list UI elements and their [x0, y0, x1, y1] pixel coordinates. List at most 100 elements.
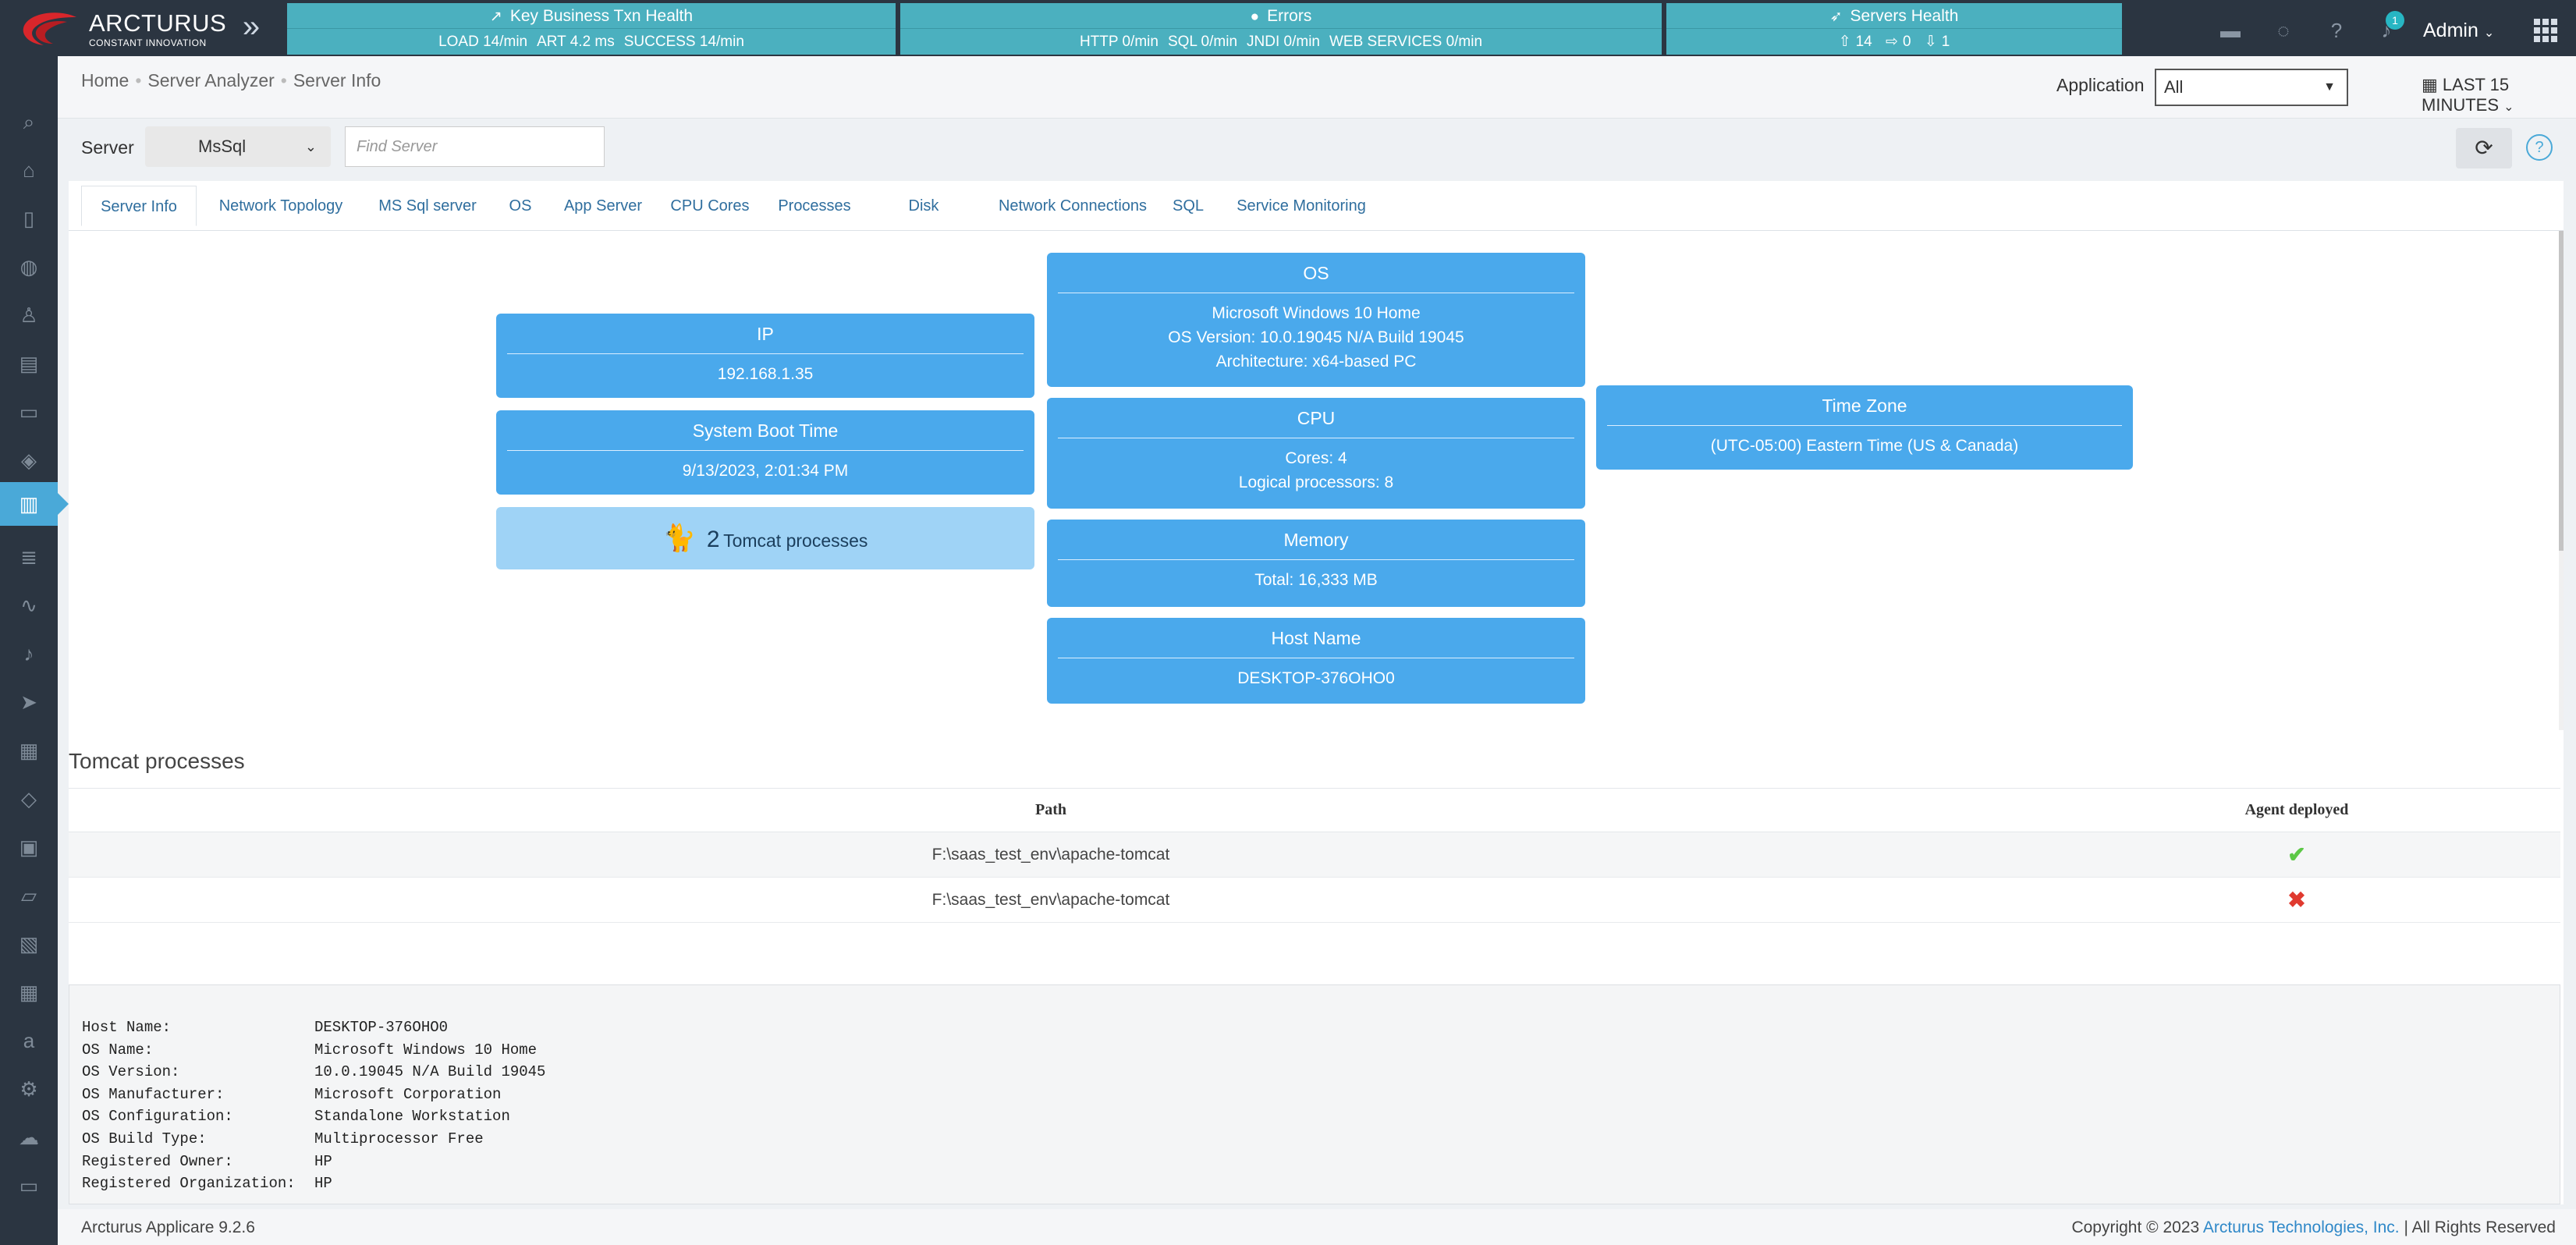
sidebar-folder-open-icon[interactable]: ▱ [0, 874, 58, 917]
time-range-picker[interactable]: ▦ LAST 15 MINUTES ⌄ [2422, 75, 2576, 115]
sidebar-database-icon[interactable]: ≣ [0, 535, 58, 579]
sysinfo-value: Microsoft Corporation [314, 1085, 502, 1103]
user-menu[interactable]: Admin ⌄ [2423, 17, 2494, 44]
server-select[interactable]: MsSql ⌄ [145, 126, 331, 167]
tab-network-connections[interactable]: Network Connections [969, 186, 1176, 226]
os-version: OS Version: 10.0.19045 N/A Build 19045 [1168, 328, 1464, 346]
brand-tagline: CONSTANT INNOVATION [89, 37, 207, 48]
chat-icon[interactable]: ▬ [2217, 17, 2244, 44]
sysinfo-value: Multiprocessor Free [314, 1130, 484, 1147]
memory-card-title: Memory [1058, 520, 1574, 560]
tab-cpu-cores[interactable]: CPU Cores [666, 186, 754, 226]
tab-sql[interactable]: SQL [1166, 186, 1211, 226]
sidebar-cloud-icon[interactable]: ☁ [0, 1116, 58, 1159]
comments-icon[interactable]: ◌ [2270, 17, 2297, 44]
sysinfo-row: OS Configuration: Standalone Workstation [82, 1105, 2560, 1128]
company-link[interactable]: Arcturus Technologies, Inc. [2203, 1218, 2400, 1236]
sysinfo-key: Host Name: [82, 1019, 172, 1036]
sysinfo-key: OS Configuration: [82, 1108, 233, 1126]
business-txn-health-box[interactable]: ↗ Key Business Txn Health LOAD 14/min ART … [287, 3, 896, 55]
help-icon[interactable]: ? [2323, 17, 2350, 44]
breadcrumb-server-analyzer[interactable]: Server Analyzer [147, 70, 274, 90]
business-success: SUCCESS 14/min [623, 34, 744, 50]
servers-health-box[interactable]: ➶ Servers Health ⇧ 14 ⇨ 0 ⇩ 1 [1666, 3, 2122, 55]
user-name: Admin [2423, 20, 2478, 41]
sysinfo-key: OS Build Type: [82, 1130, 207, 1147]
business-health-title: Key Business Txn Health [509, 7, 694, 25]
tab-disk[interactable]: Disk [900, 186, 947, 226]
tomcat-section-title: Tomcat processes [69, 749, 245, 773]
scrollbar-thumb[interactable] [2559, 231, 2564, 551]
ip-card-title: IP [507, 314, 1024, 354]
find-server-input[interactable] [345, 126, 605, 167]
memory-card: Memory Total: 16,333 MB [1047, 520, 1585, 607]
sidebar-tag-icon[interactable]: ◇ [0, 777, 58, 821]
errors-box[interactable]: ● Errors HTTP 0/min SQL 0/min JNDI 0/min WEB… [900, 3, 1662, 55]
tab-os[interactable]: OS [502, 186, 538, 226]
table-row[interactable]: F:\saas_test_env\apache-tomcat ✖ [69, 877, 2560, 923]
help-button[interactable]: ? [2526, 134, 2553, 161]
breadcrumb: Home • Server Analyzer • Server Info [81, 70, 381, 90]
sidebar-trend-icon[interactable]: ∿ [0, 583, 58, 627]
tab-server-info[interactable]: Server Info [81, 186, 197, 226]
copyright: Copyright © 2023 Arcturus Technologies, … [2071, 1218, 2556, 1237]
sidebar-home-icon[interactable]: ⌂ [0, 148, 58, 192]
sidebar-folder-icon[interactable]: ▭ [0, 390, 58, 434]
sidebar-open-book-icon[interactable]: ▧ [0, 922, 58, 966]
sysinfo-value: HP [314, 1152, 332, 1170]
sysinfo-value: Standalone Workstation [314, 1108, 510, 1126]
sidebar-layers-icon[interactable]: ◈ [0, 438, 58, 482]
sidebar-chart-icon[interactable]: ▥ [0, 482, 69, 526]
sidebar-calendar-icon[interactable]: ▦ [0, 729, 58, 772]
sidebar-amazon-icon[interactable]: a [0, 1019, 58, 1062]
table-row[interactable]: F:\saas_test_env\apache-tomcat ✔ [69, 832, 2560, 878]
tab-network-topology[interactable]: Network Topology [212, 186, 349, 226]
sidebar-book-icon[interactable]: ▯ [0, 197, 58, 240]
tomcat-label: Tomcat processes [723, 530, 868, 551]
sidebar-send-icon[interactable]: ➤ [0, 680, 58, 724]
sidebar-user-icon[interactable]: ♙ [0, 293, 58, 337]
logo-swoosh-icon [23, 12, 76, 46]
refresh-button[interactable]: ⟳ [2456, 128, 2512, 168]
tab-ms-sql-server[interactable]: MS Sql server [370, 186, 485, 226]
os-card: OS Microsoft Windows 10 Home OS Version:… [1047, 253, 1585, 387]
question-icon: ? [2535, 139, 2544, 156]
ip-card: IP 192.168.1.35 [496, 314, 1034, 398]
cpu-card: CPU Cores: 4 Logical processors: 8 [1047, 398, 1585, 509]
chevron-down-icon: ⌄ [2483, 27, 2495, 40]
sidebar-briefcase-icon[interactable]: ▣ [0, 825, 58, 869]
sysinfo-key: Registered Owner: [82, 1152, 233, 1170]
tab-app-server[interactable]: App Server [560, 186, 646, 226]
expand-sidebar-icon[interactable]: » [236, 11, 267, 42]
apps-grid-icon[interactable] [2534, 19, 2557, 42]
sidebar-monitor-icon[interactable]: ▭ [0, 1164, 58, 1208]
tab-processes[interactable]: Processes [774, 186, 855, 226]
top-bar: ARCTURUS CONSTANT INNOVATION » ↗ Key Busi… [0, 0, 2576, 56]
cpu-logical: Logical processors: 8 [1238, 474, 1394, 491]
sidebar-globe-icon[interactable]: ◍ [0, 245, 58, 289]
breadcrumb-home[interactable]: Home [81, 70, 129, 90]
arcturus-logo[interactable]: ARCTURUS CONSTANT INNOVATION [20, 6, 226, 50]
application-value: All [2164, 77, 2184, 97]
application-select[interactable]: All ▼ [2155, 69, 2348, 106]
sidebar-map-icon[interactable]: ▤ [0, 342, 58, 385]
server-label: Server [81, 137, 134, 158]
app-version: Arcturus Applicare 9.2.6 [81, 1218, 255, 1236]
sidebar-grid-icon[interactable]: ▦ [0, 970, 58, 1014]
time-zone-card-title: Time Zone [1607, 385, 2122, 426]
chevron-down-icon: ⌄ [2503, 101, 2514, 114]
sidebar-bell-icon[interactable]: ♪ [0, 632, 58, 676]
business-art: ART 4.2 ms [537, 34, 615, 50]
tomcat-path: F:\saas_test_env\apache-tomcat [69, 877, 2033, 923]
sidebar-search-icon[interactable]: ⌕ [0, 100, 58, 144]
agent-deployed-column-header: Agent deployed [2033, 788, 2560, 832]
tab-service-monitoring[interactable]: Service Monitoring [1225, 186, 1378, 226]
sysinfo-value: Microsoft Windows 10 Home [314, 1041, 538, 1059]
servers-up-count: 14 [1855, 34, 1872, 50]
sidebar-settings-icon[interactable]: ⚙ [0, 1067, 58, 1111]
sysinfo-row: OS Manufacturer: Microsoft Corporation [82, 1084, 2560, 1106]
ip-card-value: 192.168.1.35 [717, 365, 814, 383]
sysinfo-row: OS Build Type: Multiprocessor Free [82, 1128, 2560, 1151]
tomcat-processes-card[interactable]: 🐈 2 Tomcat processes [496, 507, 1034, 569]
breadcrumb-server-info: Server Info [293, 70, 381, 90]
